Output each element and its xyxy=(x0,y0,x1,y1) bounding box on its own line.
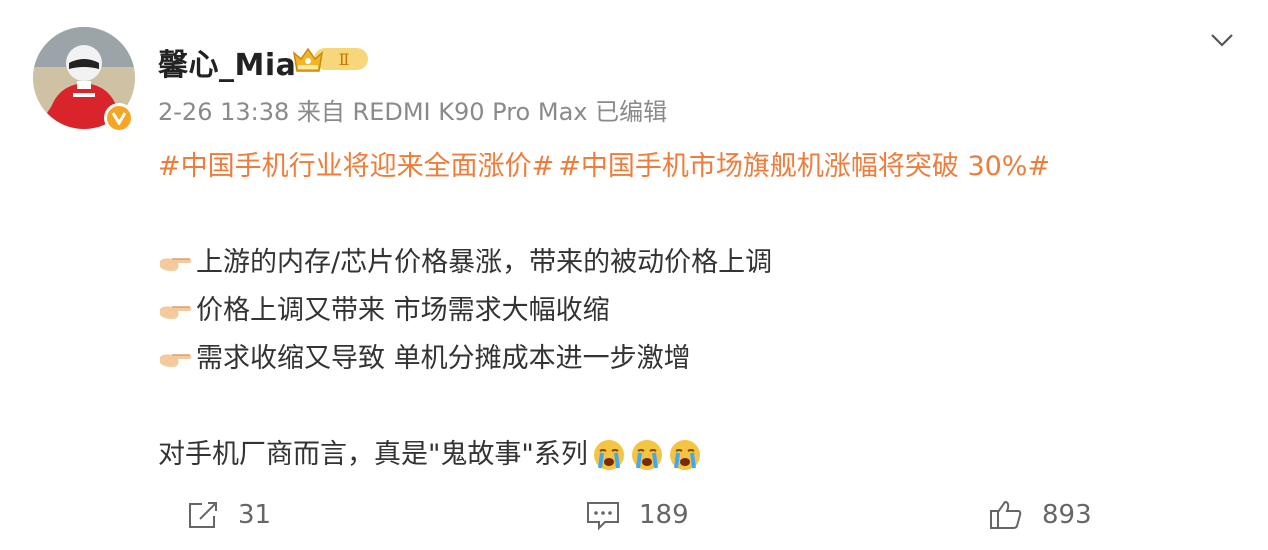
crying-face-icon xyxy=(631,440,662,470)
hashtag-link[interactable]: #中国手机市场旗舰机涨幅将突破 30%# xyxy=(558,143,1050,191)
pointing-hand-icon xyxy=(160,354,192,367)
post-meta: 2-26 13:38 来自 REDMI K90 Pro Max 已编辑 xyxy=(158,98,668,126)
bullet-point: 上游的内存/芯片价格暴涨，带来的被动价格上调 xyxy=(158,239,1218,287)
crying-face-icon xyxy=(669,440,700,470)
comment-icon xyxy=(587,502,619,531)
bullet-text: 价格上调又带来 市场需求大幅收缩 xyxy=(196,295,610,326)
bullet-point: 价格上调又带来 市场需求大幅收缩 xyxy=(158,287,1218,335)
crying-face-icon xyxy=(593,440,624,470)
like-icon xyxy=(990,500,1022,529)
bullet-text: 需求收缩又导致 单机分摊成本进一步激增 xyxy=(196,343,691,374)
like-count: 893 xyxy=(1042,500,1092,530)
bullet-point: 需求收缩又导致 单机分摊成本进一步激增 xyxy=(158,335,1218,383)
closing-text: 对手机厂商而言，真是"鬼故事"系列 xyxy=(158,439,588,470)
share-count: 31 xyxy=(238,500,272,530)
closing-line: 对手机厂商而言，真是"鬼故事"系列 xyxy=(158,431,1218,479)
weibo-post-card: 馨心_Mia Ⅱ 2-26 13:38 来自 REDMI K90 Pro Max… xyxy=(0,0,1268,550)
comment-count: 189 xyxy=(639,500,689,530)
share-icon xyxy=(189,502,217,528)
verified-badge-icon xyxy=(104,103,134,133)
pointing-hand-icon xyxy=(160,306,192,319)
chevron-down-icon[interactable] xyxy=(1208,30,1236,50)
comment-button[interactable]: 189 xyxy=(585,490,689,540)
hashtag-line: #中国手机行业将迎来全面涨价# #中国手机市场旗舰机涨幅将突破 30%# xyxy=(158,143,1218,191)
share-button[interactable]: 31 xyxy=(186,490,271,540)
like-button[interactable]: 893 xyxy=(988,490,1092,540)
bullet-text: 上游的内存/芯片价格暴涨，带来的被动价格上调 xyxy=(196,247,773,278)
hashtag-link[interactable]: #中国手机行业将迎来全面涨价# xyxy=(158,143,554,191)
action-bar: 31 189 893 xyxy=(0,490,1268,540)
crown-level-icon[interactable]: Ⅱ xyxy=(292,43,370,75)
pointing-hand-icon xyxy=(160,258,192,271)
username[interactable]: 馨心_Mia xyxy=(158,40,296,84)
post-body: #中国手机行业将迎来全面涨价# #中国手机市场旗舰机涨幅将突破 30%# 上游的… xyxy=(158,143,1218,479)
level-badge-text: Ⅱ xyxy=(339,50,350,69)
